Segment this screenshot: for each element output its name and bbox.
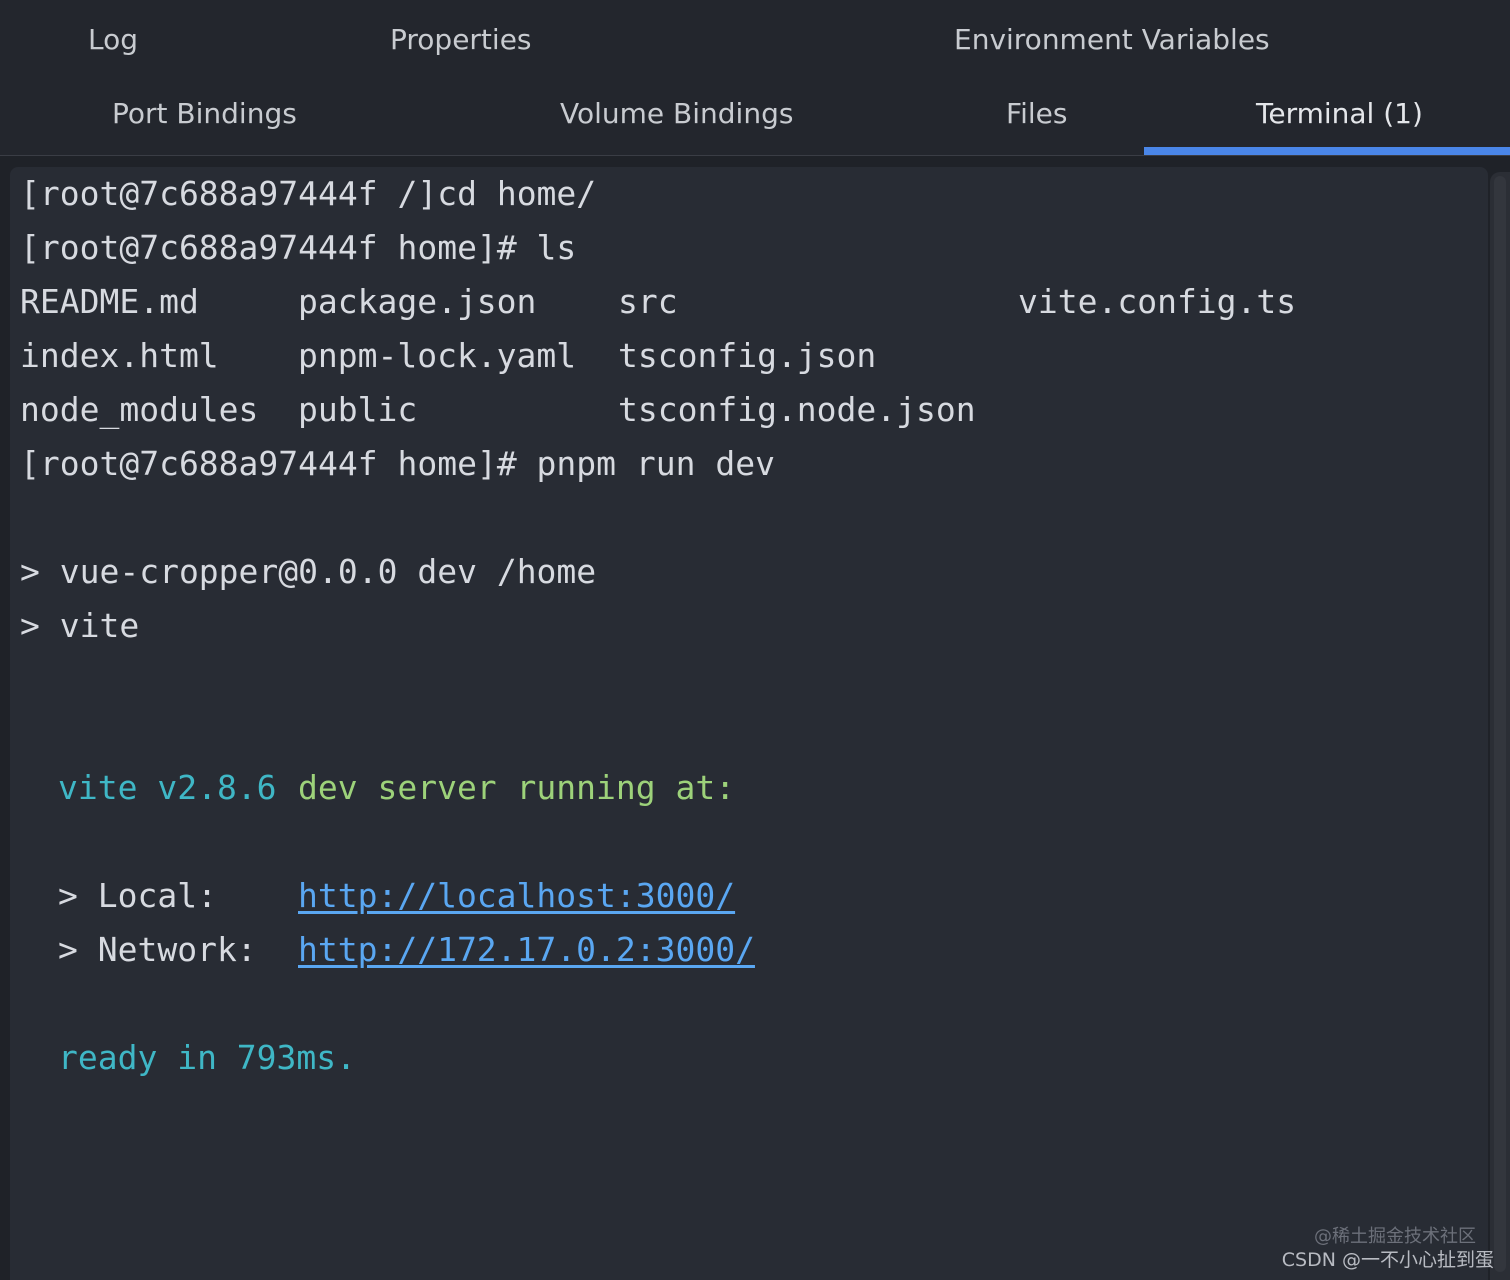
tab-log[interactable]: Log — [88, 20, 138, 60]
tab-bar: Log Properties Environment Variables Por… — [0, 0, 1510, 156]
local-url-link[interactable]: http://localhost:3000/ — [298, 876, 735, 916]
ls-item: node_modules — [20, 390, 259, 429]
terminal-line-cmd1: [root@7c688a97444f /]cd home/ — [20, 174, 597, 213]
terminal-panel[interactable] — [10, 167, 1488, 1280]
tab-environment-variables[interactable]: Environment Variables — [954, 20, 1270, 60]
active-tab-indicator — [1144, 147, 1510, 155]
ready-text: ready in 793ms. — [58, 1038, 357, 1077]
ls-item: tsconfig.json — [618, 336, 877, 375]
ls-item: index.html — [20, 336, 219, 375]
ls-item: README.md — [20, 282, 199, 321]
tab-port-bindings[interactable]: Port Bindings — [112, 94, 297, 134]
ls-item: src — [618, 282, 678, 321]
terminal-scroll-thumb[interactable] — [1494, 176, 1506, 1272]
tab-volume-bindings[interactable]: Volume Bindings — [560, 94, 793, 134]
server-running-text: dev server running at: — [298, 768, 736, 807]
tab-terminal[interactable]: Terminal (1) — [1256, 94, 1423, 134]
terminal-line-cmd3: [root@7c688a97444f home]# pnpm run dev — [20, 444, 775, 483]
ls-item: public — [298, 390, 418, 429]
ls-item: tsconfig.node.json — [618, 390, 976, 429]
tab-properties[interactable]: Properties — [390, 20, 532, 60]
network-url-link[interactable]: http://172.17.0.2:3000/ — [298, 930, 755, 970]
network-label: > Network: — [58, 930, 257, 969]
terminal-line-cmd2: [root@7c688a97444f home]# ls — [20, 228, 577, 267]
vite-version-text: vite v2.8.6 — [58, 768, 277, 807]
ls-item: pnpm-lock.yaml — [298, 336, 577, 375]
tab-files[interactable]: Files — [1006, 94, 1067, 134]
local-label: > Local: — [58, 876, 217, 915]
ls-item: package.json — [298, 282, 537, 321]
terminal-line-script1: > vue-cropper@0.0.0 dev /home — [20, 552, 597, 591]
terminal-line-script2: > vite — [20, 606, 140, 645]
watermark-csdn: CSDN @一不小心扯到蛋 — [1281, 1249, 1494, 1271]
ls-item: vite.config.ts — [1018, 282, 1297, 321]
